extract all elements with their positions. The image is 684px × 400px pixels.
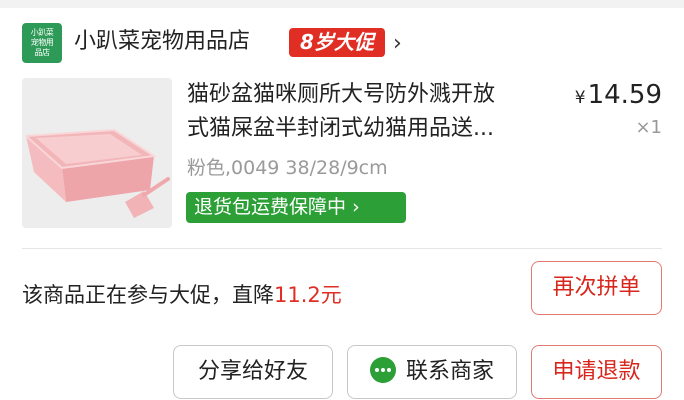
product-title[interactable]: 猫砂盆猫咪厕所大号防外溅开放 式猫屎盆半封闭式幼猫用品送... [187,78,555,146]
chevron-right-icon[interactable]: › [393,32,402,56]
promo-notice: 该商品正在参与大促，直降11.2元 [22,281,342,309]
shop-name[interactable]: 小趴菜宠物用品店 [74,27,250,57]
product-spec: 粉色,0049 38/28/9cm [187,157,388,179]
product-quantity: ×1 [635,117,662,138]
request-refund-button[interactable]: 申请退款 [531,345,662,399]
shop-logo-line: 小趴菜 [30,28,54,37]
shop-logo-line: 品店 [34,48,51,57]
currency-symbol: ¥ [574,88,586,108]
promo-badge[interactable]: 8岁大促 [289,28,385,57]
return-shipping-guarantee-badge[interactable]: 退货包运费保障中 › [186,192,406,223]
rebuy-button[interactable]: 再次拼单 [531,261,662,315]
share-button[interactable]: 分享给好友 [173,345,333,399]
litter-box-icon [22,78,172,228]
order-card: 小趴菜 宠物用 品店 小趴菜宠物用品店 8岁大促 › 猫砂盆猫咪厕所大号防外溅开… [0,8,684,400]
contact-merchant-label: 联系商家 [405,359,494,384]
promo-notice-text: 该商品正在参与大促，直降 [22,283,274,307]
shop-logo[interactable]: 小趴菜 宠物用 品店 [22,23,62,63]
chat-icon [369,357,396,383]
guarantee-label: 退货包运费保障中 [194,196,347,218]
contact-merchant-button[interactable]: 联系商家 [347,345,517,399]
promo-discount-amount: 11.2元 [274,283,342,307]
chevron-right-icon: › [352,196,360,218]
divider [22,248,662,249]
price-value: 14.59 [587,80,662,110]
product-title-line: 猫砂盆猫咪厕所大号防外溅开放 [187,82,496,107]
product-price: ¥14.59 [575,80,662,113]
product-image[interactable] [22,78,172,228]
product-title-line: 式猫屎盆半封闭式幼猫用品送... [187,116,494,141]
shop-logo-line: 宠物用 [30,38,54,47]
